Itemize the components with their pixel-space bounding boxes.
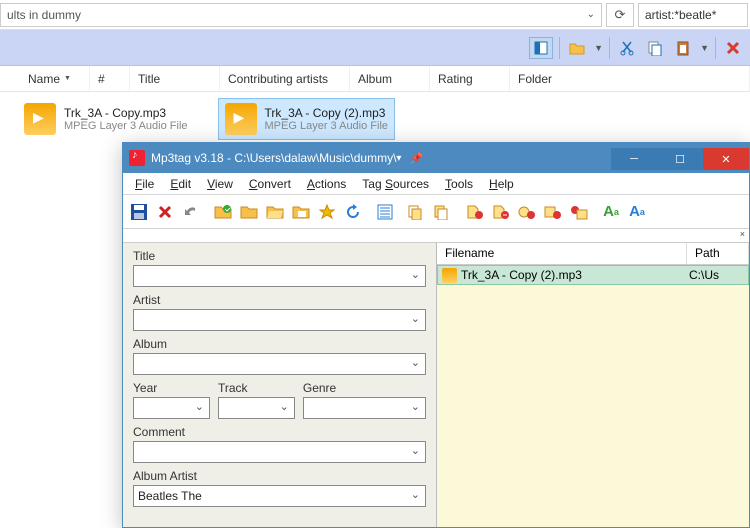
toolbar: Aa Aa — [123, 195, 749, 229]
file-type: MPEG Layer 3 Audio File — [64, 120, 188, 132]
file-type: MPEG Layer 3 Audio File — [265, 120, 389, 132]
file-item[interactable]: Trk_3A - Copy (2).mp3MPEG Layer 3 Audio … — [218, 98, 396, 140]
tag-copy-icon[interactable] — [405, 200, 429, 224]
paste-icon[interactable] — [672, 37, 694, 59]
album-label: Album — [133, 337, 426, 351]
col-artists[interactable]: Contributing artists — [220, 66, 350, 91]
menu-tagsources[interactable]: Tag Sources — [356, 175, 435, 193]
cell-filename: Trk_3A - Copy (2).mp3 — [461, 268, 689, 282]
year-input[interactable] — [133, 397, 210, 419]
mp3tag-window: Mp3tag v3.18 - C:\Users\dalaw\Music\dumm… — [122, 142, 750, 528]
refresh-icon[interactable] — [341, 200, 365, 224]
genre-input[interactable] — [303, 397, 426, 419]
list-icon[interactable] — [373, 200, 397, 224]
track-label: Track — [218, 381, 295, 395]
audio-file-icon — [225, 103, 257, 135]
folder-icon[interactable] — [566, 37, 588, 59]
quick-action-icon[interactable]: Aa — [625, 200, 649, 224]
cell-path: C:\Us — [689, 268, 719, 282]
list-row[interactable]: Trk_3A - Copy (2).mp3 C:\Us — [437, 265, 749, 285]
address-bar[interactable]: ults in dummy ⌄ — [0, 3, 602, 27]
tag-file-icon[interactable] — [463, 200, 487, 224]
col-name[interactable]: Name▼ — [20, 66, 90, 91]
search-input[interactable]: artist:*beatle* — [638, 3, 748, 27]
file-tag-icon[interactable] — [489, 200, 513, 224]
chevron-down-icon[interactable]: ▼ — [594, 43, 603, 53]
tag-tag-icon[interactable] — [515, 200, 539, 224]
file-list: Filename Path Trk_3A - Copy (2).mp3 C:\U… — [437, 243, 749, 527]
maximize-button[interactable]: ☐ — [657, 148, 703, 170]
chevron-down-icon[interactable]: ▾ — [396, 153, 401, 164]
menu-bar: File Edit View Convert Actions Tag Sourc… — [123, 173, 749, 195]
refresh-button[interactable]: ⟳ — [606, 3, 634, 27]
delete-icon[interactable] — [722, 37, 744, 59]
separator — [609, 37, 610, 59]
col-path[interactable]: Path — [687, 243, 749, 264]
separator — [715, 37, 716, 59]
column-headers: Name▼ # Title Contributing artists Album… — [0, 66, 750, 92]
search-text: artist:*beatle* — [645, 8, 716, 22]
tag-filename-icon[interactable] — [567, 200, 591, 224]
actions-icon[interactable]: Aa — [599, 200, 623, 224]
chevron-down-icon[interactable]: ▼ — [700, 43, 709, 53]
open-folder-icon[interactable] — [211, 200, 235, 224]
file-name: Trk_3A - Copy.mp3 — [64, 106, 188, 120]
title-label: Title — [133, 249, 426, 263]
title-bar[interactable]: Mp3tag v3.18 - C:\Users\dalaw\Music\dumm… — [123, 143, 749, 173]
minimize-button[interactable]: ─ — [611, 148, 657, 170]
col-num[interactable]: # — [90, 66, 130, 91]
year-label: Year — [133, 381, 210, 395]
tag-panel: Title Artist Album Year Track Genre Comm… — [123, 243, 437, 527]
separator — [559, 37, 560, 59]
playlist-icon[interactable] — [289, 200, 313, 224]
genre-label: Genre — [303, 381, 426, 395]
app-icon — [129, 150, 145, 166]
menu-convert[interactable]: Convert — [243, 175, 297, 193]
comment-input[interactable] — [133, 441, 426, 463]
comment-label: Comment — [133, 425, 426, 439]
albumartist-input[interactable]: Beatles The — [133, 485, 426, 507]
folder-open-icon[interactable] — [263, 200, 287, 224]
album-input[interactable] — [133, 353, 426, 375]
address-text: ults in dummy — [7, 8, 81, 22]
menu-tools[interactable]: Tools — [439, 175, 479, 193]
menu-help[interactable]: Help — [483, 175, 520, 193]
col-folder[interactable]: Folder — [510, 66, 750, 91]
title-input[interactable] — [133, 265, 426, 287]
track-input[interactable] — [218, 397, 295, 419]
col-filename[interactable]: Filename — [437, 243, 687, 264]
filename-tag-icon[interactable] — [541, 200, 565, 224]
albumartist-label: Album Artist — [133, 469, 426, 483]
menu-file[interactable]: File — [129, 175, 160, 193]
delete-icon[interactable] — [153, 200, 177, 224]
file-item[interactable]: Trk_3A - Copy.mp3MPEG Layer 3 Audio File — [18, 98, 194, 140]
chevron-down-icon: ▼ — [64, 75, 71, 82]
menu-actions[interactable]: Actions — [301, 175, 352, 193]
cut-icon[interactable] — [616, 37, 638, 59]
thumbnails-view-button[interactable] — [529, 37, 553, 59]
explorer-ribbon: ▼ ▼ — [0, 30, 750, 66]
favorite-icon[interactable] — [315, 200, 339, 224]
tag-paste-icon[interactable] — [431, 200, 455, 224]
chevron-down-icon[interactable]: ⌄ — [587, 9, 595, 20]
artist-input[interactable] — [133, 309, 426, 331]
undo-icon[interactable] — [179, 200, 203, 224]
col-title[interactable]: Title — [130, 66, 220, 91]
copy-icon[interactable] — [644, 37, 666, 59]
file-name: Trk_3A - Copy (2).mp3 — [265, 106, 389, 120]
menu-view[interactable]: View — [201, 175, 239, 193]
col-rating[interactable]: Rating — [430, 66, 510, 91]
artist-label: Artist — [133, 293, 426, 307]
audio-file-icon — [442, 268, 457, 283]
menu-edit[interactable]: Edit — [164, 175, 197, 193]
col-album[interactable]: Album — [350, 66, 430, 91]
save-icon[interactable] — [127, 200, 151, 224]
audio-file-icon — [24, 103, 56, 135]
close-button[interactable]: ✕ — [703, 148, 749, 170]
window-title: Mp3tag v3.18 - C:\Users\dalaw\Music\dumm… — [151, 151, 396, 165]
panel-close-button[interactable]: × — [123, 229, 749, 243]
pin-icon[interactable]: 📌 — [409, 152, 423, 165]
folder-icon[interactable] — [237, 200, 261, 224]
